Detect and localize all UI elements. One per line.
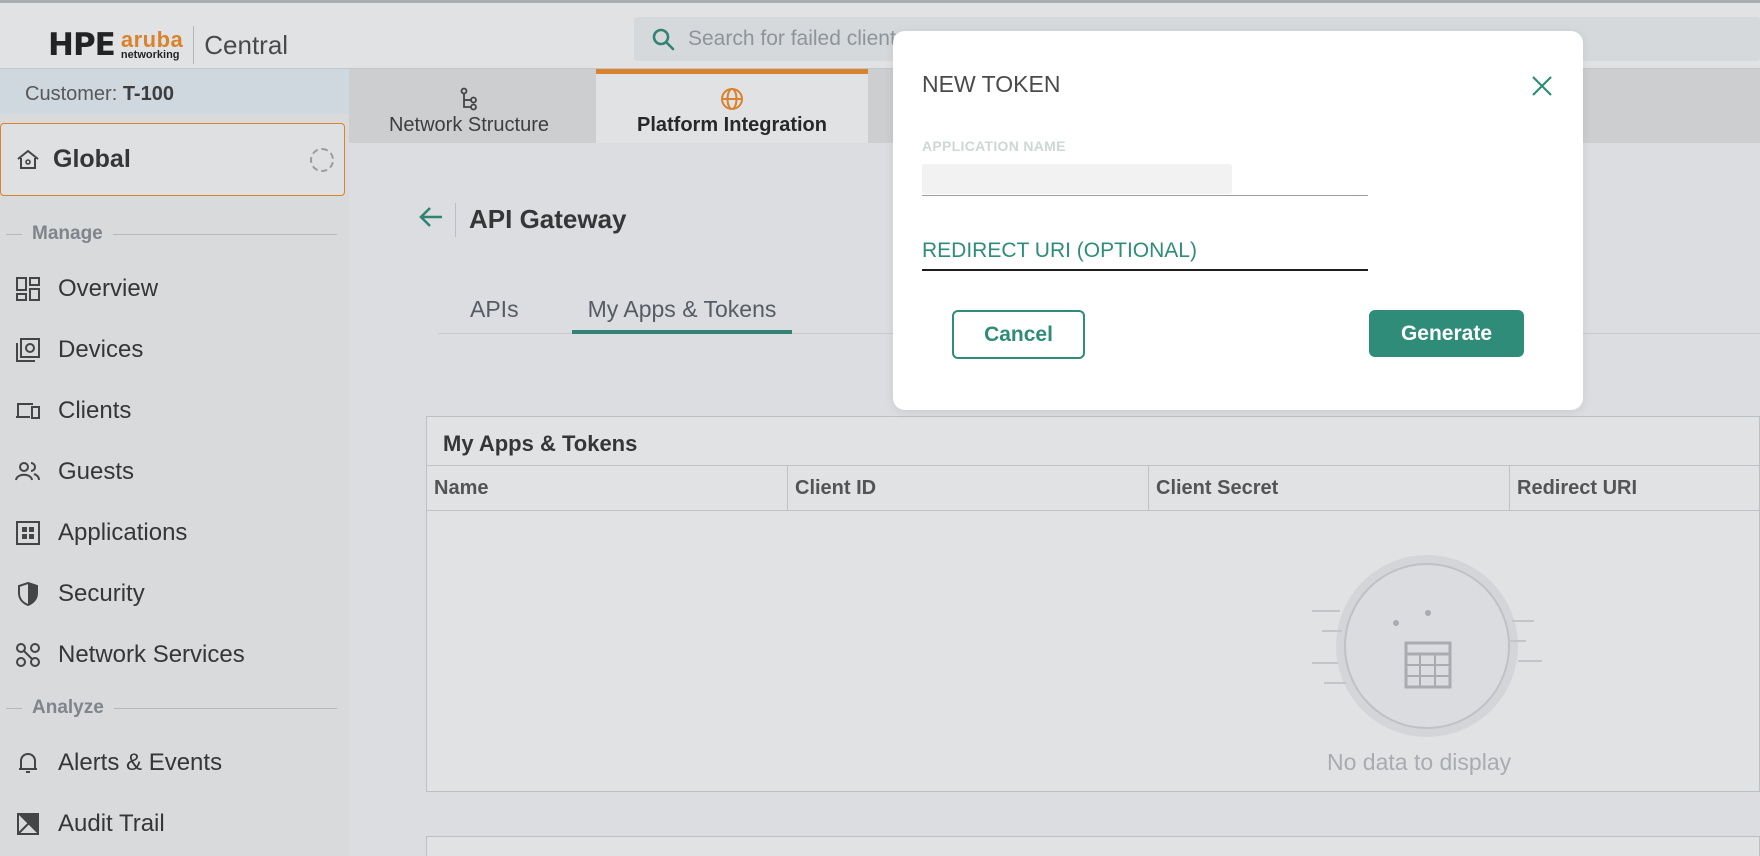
application-name-label: APPLICATION NAME — [922, 138, 1066, 154]
close-icon[interactable] — [1530, 74, 1554, 98]
application-name-field[interactable] — [922, 164, 1232, 194]
application-name-underline — [922, 195, 1368, 196]
redirect-uri-field[interactable]: REDIRECT URI (OPTIONAL) — [922, 239, 1368, 271]
new-token-dialog: NEW TOKEN APPLICATION NAME REDIRECT URI … — [893, 31, 1583, 410]
dialog-title: NEW TOKEN — [922, 71, 1061, 97]
generate-button[interactable]: Generate — [1369, 310, 1524, 357]
cancel-button[interactable]: Cancel — [952, 310, 1085, 359]
